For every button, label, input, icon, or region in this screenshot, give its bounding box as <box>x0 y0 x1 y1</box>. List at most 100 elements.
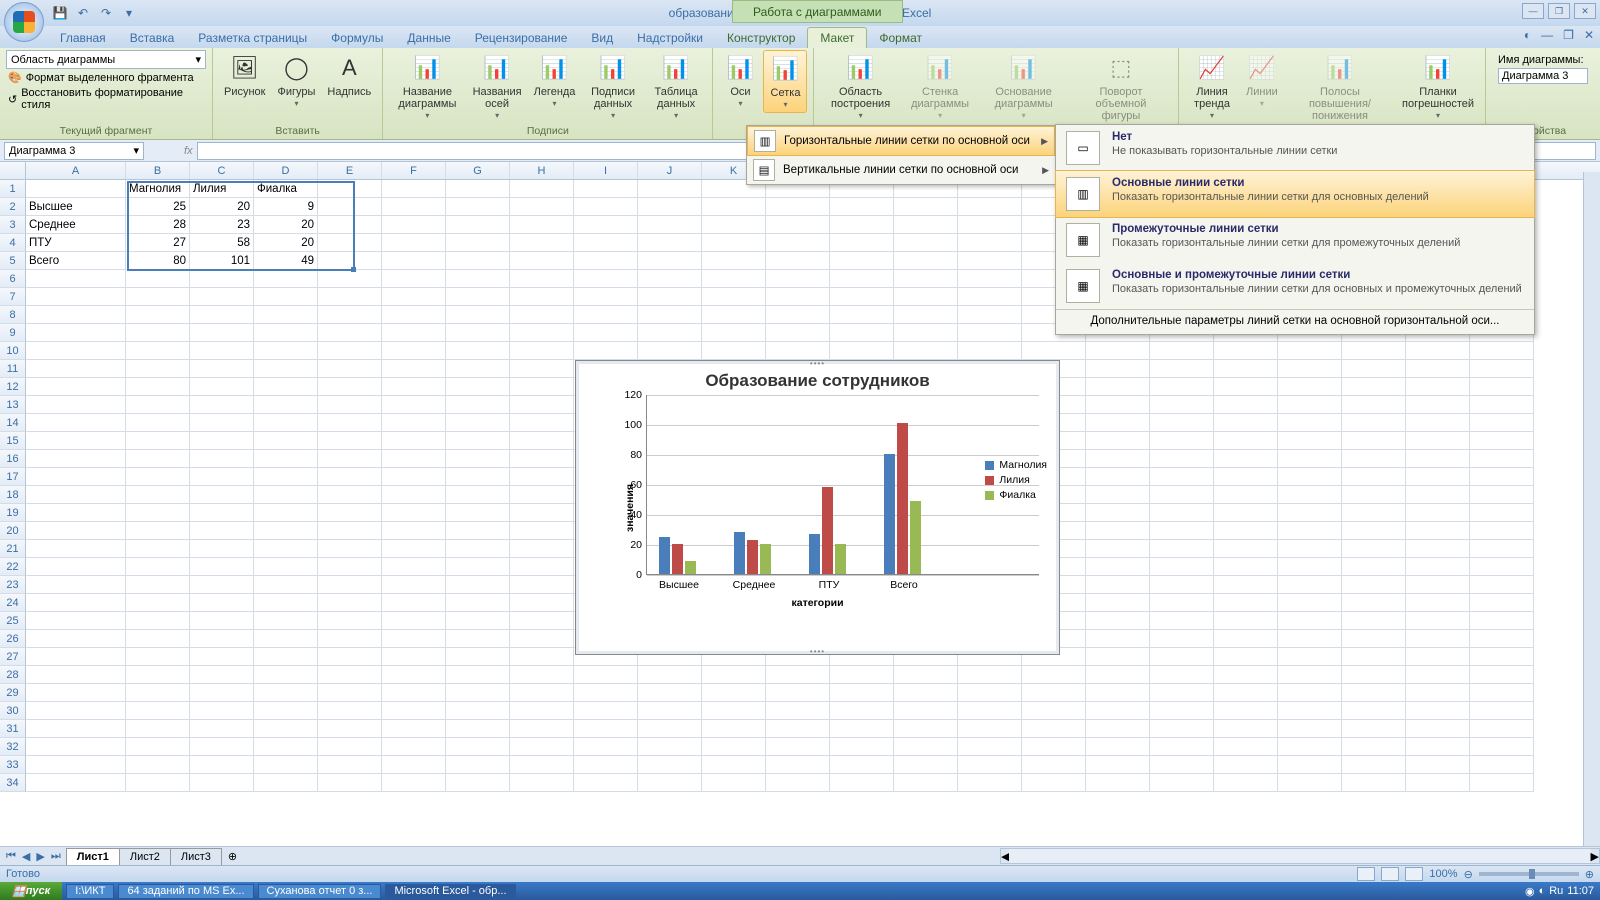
row-header[interactable]: 18 <box>0 486 26 504</box>
cell[interactable] <box>126 270 190 288</box>
cell[interactable] <box>190 684 254 702</box>
cell[interactable] <box>1470 666 1534 684</box>
cell[interactable] <box>190 648 254 666</box>
cell[interactable]: 49 <box>254 252 318 270</box>
cell[interactable] <box>702 684 766 702</box>
undo-icon[interactable]: ↶ <box>73 3 93 23</box>
cell[interactable] <box>1406 576 1470 594</box>
cell[interactable] <box>382 468 446 486</box>
cell[interactable] <box>1214 648 1278 666</box>
cell[interactable] <box>190 414 254 432</box>
row-header[interactable]: 16 <box>0 450 26 468</box>
cell[interactable] <box>510 306 574 324</box>
cell[interactable] <box>702 342 766 360</box>
cell[interactable] <box>318 270 382 288</box>
cell[interactable]: 20 <box>254 234 318 252</box>
cell[interactable] <box>1150 720 1214 738</box>
tab-review[interactable]: Рецензирование <box>463 28 580 48</box>
cell[interactable] <box>510 198 574 216</box>
sheet-tab[interactable]: Лист2 <box>119 848 171 865</box>
cell[interactable] <box>126 540 190 558</box>
cell[interactable] <box>1342 684 1406 702</box>
cell[interactable] <box>318 450 382 468</box>
cell[interactable] <box>1406 558 1470 576</box>
cell[interactable] <box>190 576 254 594</box>
cell[interactable] <box>958 774 1022 792</box>
cell[interactable] <box>382 414 446 432</box>
cell[interactable] <box>766 306 830 324</box>
cell[interactable] <box>26 630 126 648</box>
cell[interactable] <box>1086 414 1150 432</box>
cell[interactable] <box>510 612 574 630</box>
cell[interactable] <box>702 756 766 774</box>
cell[interactable] <box>446 324 510 342</box>
cell[interactable] <box>1086 594 1150 612</box>
cell[interactable] <box>318 288 382 306</box>
cell[interactable] <box>190 540 254 558</box>
cell[interactable] <box>510 324 574 342</box>
cell[interactable] <box>446 648 510 666</box>
cell[interactable] <box>1022 756 1086 774</box>
cell[interactable] <box>1214 594 1278 612</box>
cell[interactable] <box>702 324 766 342</box>
cell[interactable] <box>382 432 446 450</box>
cell[interactable] <box>638 720 702 738</box>
cell[interactable] <box>1406 612 1470 630</box>
cell[interactable] <box>1342 540 1406 558</box>
row-header[interactable]: 27 <box>0 648 26 666</box>
column-header[interactable]: J <box>638 162 702 179</box>
cell[interactable] <box>446 774 510 792</box>
zoom-level[interactable]: 100% <box>1429 868 1457 880</box>
cell[interactable] <box>1150 360 1214 378</box>
cell[interactable] <box>126 432 190 450</box>
cell[interactable] <box>382 522 446 540</box>
cell[interactable] <box>894 216 958 234</box>
cell[interactable] <box>446 234 510 252</box>
cell[interactable] <box>894 252 958 270</box>
row-header[interactable]: 3 <box>0 216 26 234</box>
format-selection-button[interactable]: 🎨 Формат выделенного фрагмента <box>6 70 206 85</box>
office-button[interactable] <box>4 2 44 42</box>
cell[interactable] <box>190 450 254 468</box>
cell[interactable] <box>190 594 254 612</box>
axes-button[interactable]: 📊Оси <box>719 50 761 111</box>
cell[interactable] <box>1278 450 1342 468</box>
cell[interactable] <box>446 396 510 414</box>
cell[interactable] <box>382 612 446 630</box>
cell[interactable] <box>1406 414 1470 432</box>
sheet-nav-prev[interactable]: ◀ <box>20 850 32 863</box>
cell[interactable] <box>1086 702 1150 720</box>
cell[interactable] <box>190 630 254 648</box>
cell[interactable] <box>318 630 382 648</box>
zoom-in-button[interactable]: ⊕ <box>1585 868 1594 881</box>
cell[interactable] <box>190 666 254 684</box>
cell[interactable] <box>1470 396 1534 414</box>
cell[interactable] <box>382 576 446 594</box>
cell[interactable] <box>190 612 254 630</box>
cell[interactable] <box>254 288 318 306</box>
gridlines-more-options[interactable]: Дополнительные параметры линий сетки на … <box>1056 309 1534 332</box>
cell[interactable] <box>702 702 766 720</box>
cell[interactable] <box>446 378 510 396</box>
cell[interactable]: Всего <box>26 252 126 270</box>
cell[interactable] <box>1470 702 1534 720</box>
cell[interactable] <box>26 180 126 198</box>
cell[interactable] <box>1342 432 1406 450</box>
cell[interactable] <box>638 180 702 198</box>
cell[interactable] <box>1150 666 1214 684</box>
cell[interactable] <box>894 342 958 360</box>
cell[interactable] <box>1342 630 1406 648</box>
chart-name-input[interactable] <box>1498 68 1588 84</box>
row-header[interactable]: 2 <box>0 198 26 216</box>
cell[interactable] <box>574 270 638 288</box>
cell[interactable] <box>1342 702 1406 720</box>
cell[interactable] <box>1278 360 1342 378</box>
cell[interactable] <box>446 432 510 450</box>
save-icon[interactable]: 💾 <box>50 3 70 23</box>
cell[interactable] <box>26 450 126 468</box>
cell[interactable] <box>830 216 894 234</box>
cell[interactable] <box>1086 468 1150 486</box>
cell[interactable] <box>1214 504 1278 522</box>
cell[interactable] <box>574 234 638 252</box>
tab-data[interactable]: Данные <box>395 28 462 48</box>
